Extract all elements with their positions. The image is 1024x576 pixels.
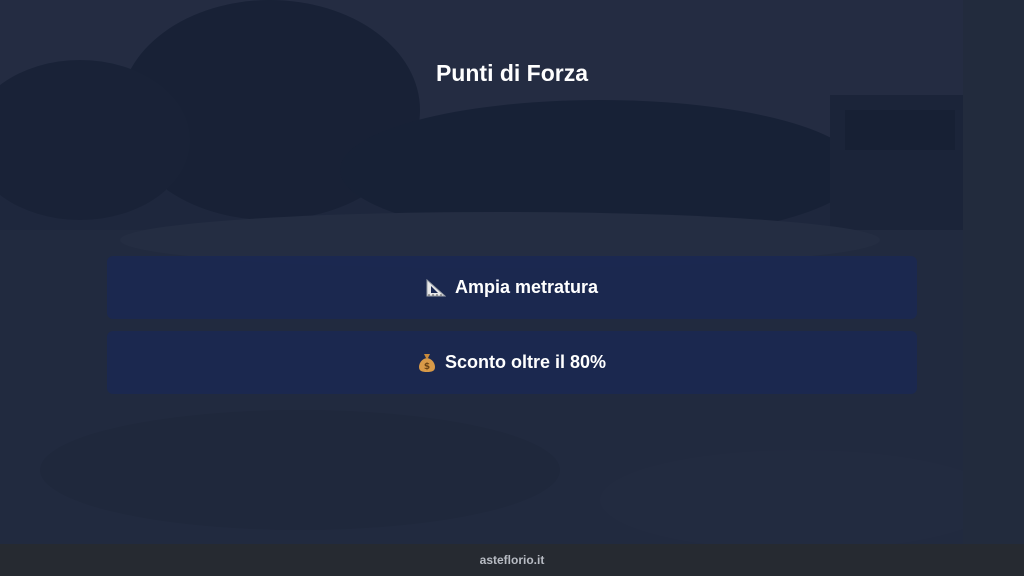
triangular-ruler-icon [426,278,446,297]
page-title: Punti di Forza [435,60,589,86]
feature-card-sconto: $ Sconto oltre il 80% [107,331,917,394]
footer-site-link[interactable]: asteflorio.it [480,553,545,567]
feature-card-metratura: Ampia metratura [107,256,917,319]
money-bag-icon: $ [418,353,436,373]
slide: Punti di Forza Ampia metratura $ Sconto … [0,0,1024,576]
svg-text:$: $ [424,362,430,372]
feature-label: Ampia metratura [454,277,599,297]
feature-label: Sconto oltre il 80% [444,352,607,372]
footer: asteflorio.it [0,544,1024,576]
